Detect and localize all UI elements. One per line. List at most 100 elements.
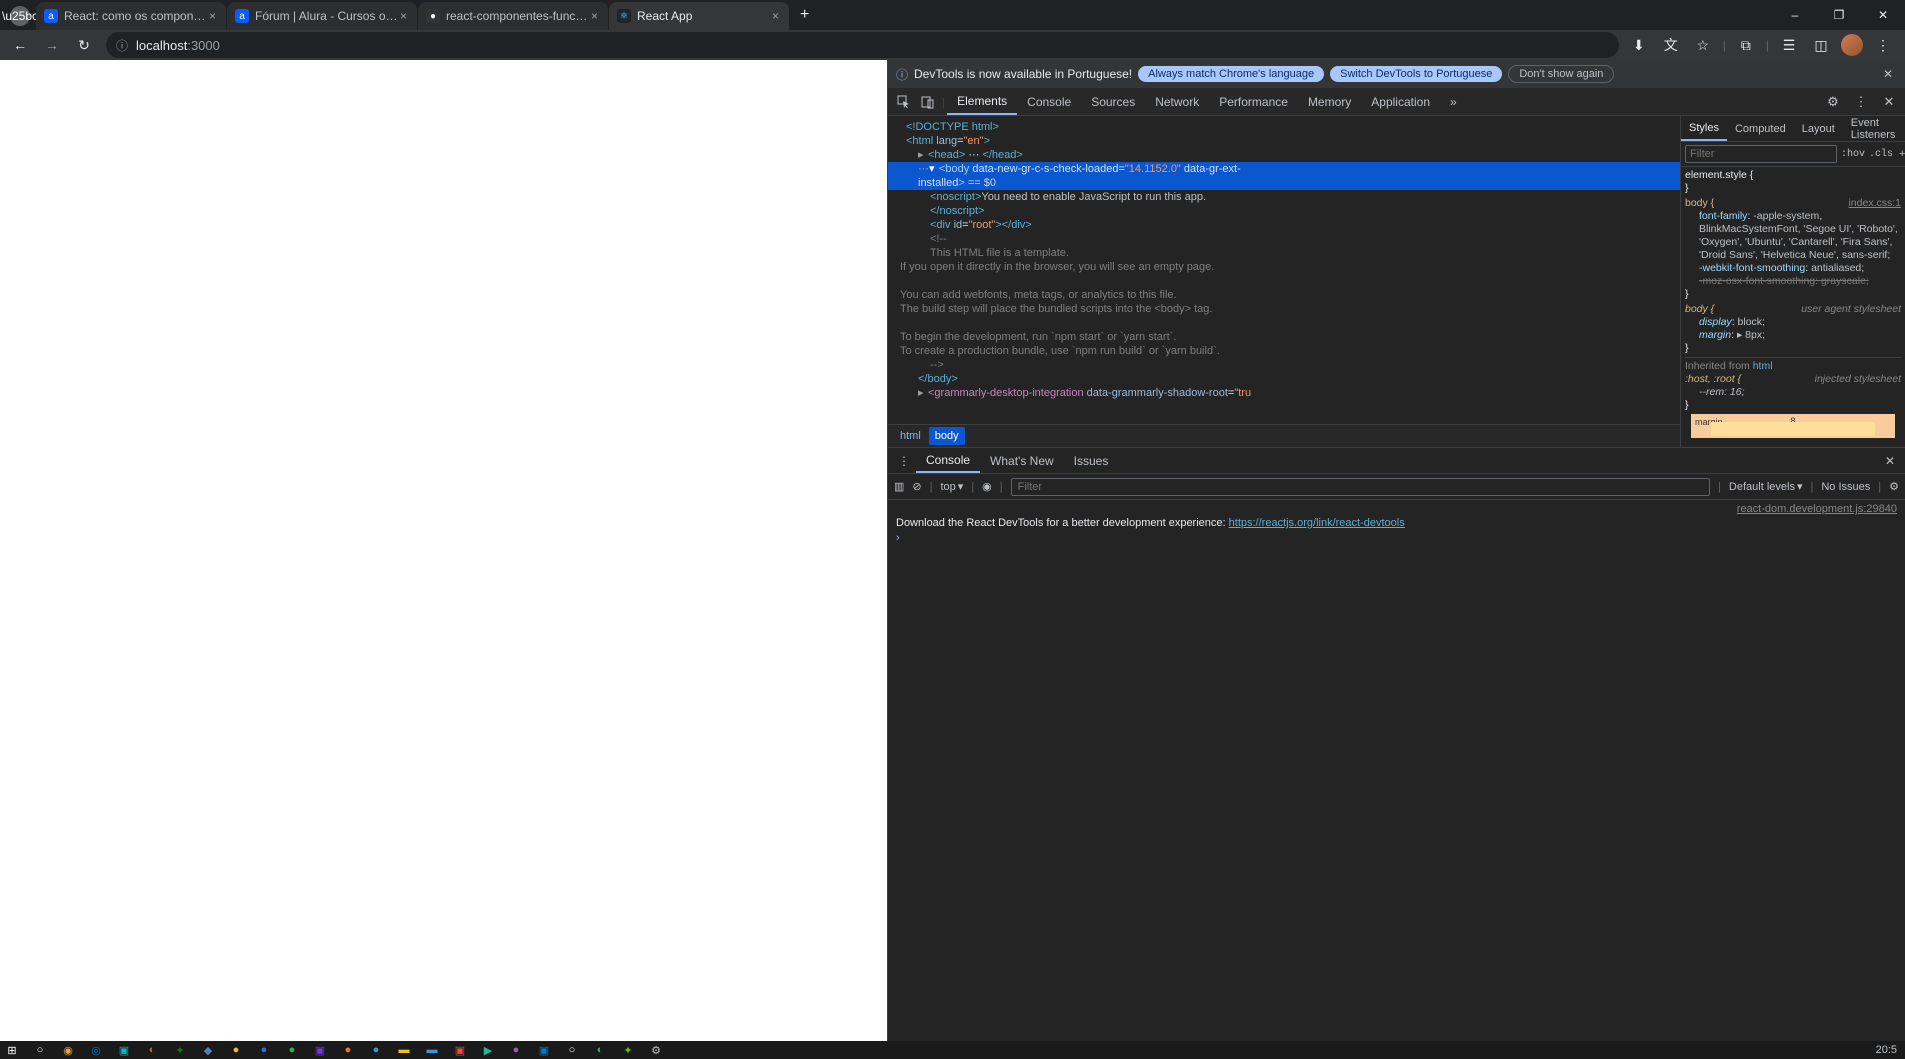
styles-rules[interactable]: element.style {} index.css:1body { font-… bbox=[1681, 167, 1905, 447]
infobar-dismiss-button[interactable]: Don't show again bbox=[1508, 65, 1614, 83]
crumb-body[interactable]: body bbox=[929, 427, 965, 445]
taskbar-app-icon[interactable]: ▶ bbox=[480, 1042, 496, 1058]
styles-filter-input[interactable] bbox=[1685, 145, 1837, 163]
reading-list-icon[interactable]: ☰ bbox=[1777, 33, 1801, 57]
bookmark-star-icon[interactable]: ☆ bbox=[1691, 33, 1715, 57]
tab-close-icon[interactable]: × bbox=[770, 7, 781, 25]
tab-console[interactable]: Console bbox=[1017, 88, 1081, 115]
taskbar-app-icon[interactable]: ▣ bbox=[536, 1042, 552, 1058]
taskbar-app-icon[interactable]: ○ bbox=[564, 1042, 580, 1058]
start-button[interactable]: ⊞ bbox=[4, 1042, 20, 1058]
taskbar-app-icon[interactable]: ▣ bbox=[116, 1042, 132, 1058]
taskbar-app-icon[interactable]: ● bbox=[228, 1042, 244, 1058]
install-app-icon[interactable]: ⬇ bbox=[1627, 33, 1651, 57]
devtools-settings-icon[interactable]: ⚙ bbox=[1821, 94, 1845, 110]
console-link[interactable]: https://reactjs.org/link/react-devtools bbox=[1229, 517, 1405, 529]
console-settings-icon[interactable]: ⚙ bbox=[1889, 480, 1899, 493]
taskbar-app-icon[interactable]: ▣ bbox=[312, 1042, 328, 1058]
taskbar-app-icon[interactable]: ▬ bbox=[396, 1042, 412, 1058]
taskbar-app-icon[interactable]: ● bbox=[284, 1042, 300, 1058]
tab-close-icon[interactable]: × bbox=[589, 7, 600, 25]
forward-button[interactable]: → bbox=[38, 31, 66, 59]
taskbar-clock[interactable]: 20:5 bbox=[1876, 1044, 1901, 1056]
cls-toggle[interactable]: .cls bbox=[1869, 149, 1893, 160]
console-levels-selector[interactable]: Default levels ▾ bbox=[1729, 480, 1803, 493]
taskbar-app-icon[interactable]: ● bbox=[368, 1042, 384, 1058]
taskbar-app-icon[interactable]: ✦ bbox=[620, 1042, 636, 1058]
chrome-menu-icon[interactable]: ⋮ bbox=[1871, 33, 1895, 57]
browser-tab-active[interactable]: ⚛ React App × bbox=[609, 2, 789, 30]
device-toolbar-icon[interactable] bbox=[916, 95, 940, 109]
console-source-link[interactable]: react-dom.development.js:29840 bbox=[1737, 503, 1897, 515]
minimize-button[interactable]: – bbox=[1773, 0, 1817, 30]
console-context-selector[interactable]: top ▾ bbox=[940, 480, 963, 493]
search-icon[interactable]: ○ bbox=[32, 1042, 48, 1058]
infobar-close-icon[interactable]: ✕ bbox=[1879, 67, 1897, 81]
styles-tab-styles[interactable]: Styles bbox=[1681, 116, 1727, 141]
browser-tab[interactable]: a Fórum | Alura - Cursos online d × bbox=[227, 2, 417, 30]
tab-sources[interactable]: Sources bbox=[1081, 88, 1145, 115]
drawer-tab-whatsnew[interactable]: What's New bbox=[980, 448, 1064, 473]
dom-tree[interactable]: <!DOCTYPE html> <html lang="en"> ▸<head>… bbox=[888, 116, 1680, 447]
console-output[interactable]: react-dom.development.js:29840 Download … bbox=[888, 500, 1905, 1041]
devtools-close-icon[interactable]: ✕ bbox=[1877, 94, 1901, 110]
tab-network[interactable]: Network bbox=[1145, 88, 1209, 115]
tab-performance[interactable]: Performance bbox=[1209, 88, 1298, 115]
tab-application[interactable]: Application bbox=[1361, 88, 1440, 115]
taskbar-app-icon[interactable]: ◉ bbox=[60, 1042, 76, 1058]
hov-toggle[interactable]: :hov bbox=[1841, 149, 1865, 160]
tab-close-icon[interactable]: × bbox=[398, 7, 409, 25]
taskbar-app-icon[interactable]: ◎ bbox=[88, 1042, 104, 1058]
drawer-tab-issues[interactable]: Issues bbox=[1064, 448, 1119, 473]
devtools-menu-icon[interactable]: ⋮ bbox=[1849, 94, 1873, 110]
tab-memory[interactable]: Memory bbox=[1298, 88, 1361, 115]
extensions-icon[interactable]: ⧉ bbox=[1734, 33, 1758, 57]
inherited-link[interactable]: html bbox=[1753, 360, 1773, 372]
reload-button[interactable]: ↻ bbox=[70, 31, 98, 59]
taskbar-app-icon[interactable]: ▣ bbox=[452, 1042, 468, 1058]
console-live-expression-icon[interactable]: ◉ bbox=[982, 480, 992, 493]
console-clear-icon[interactable]: ⊘ bbox=[912, 480, 921, 493]
rule-source-link[interactable]: index.css:1 bbox=[1848, 197, 1901, 210]
drawer-tab-console[interactable]: Console bbox=[916, 448, 980, 473]
styles-tab-eventlisteners[interactable]: Event Listeners bbox=[1843, 116, 1904, 141]
crumb-html[interactable]: html bbox=[894, 427, 927, 445]
translate-icon[interactable]: 文 bbox=[1659, 33, 1683, 57]
side-panel-icon[interactable]: ◫ bbox=[1809, 33, 1833, 57]
back-button[interactable]: ← bbox=[6, 31, 34, 59]
box-model-diagram[interactable]: margin8 bbox=[1691, 414, 1895, 438]
taskbar-app-icon[interactable]: ◐ bbox=[592, 1042, 608, 1058]
console-issues-count[interactable]: No Issues bbox=[1821, 481, 1870, 493]
infobar-match-button[interactable]: Always match Chrome's language bbox=[1138, 66, 1324, 82]
tab-close-icon[interactable]: × bbox=[207, 7, 218, 25]
new-style-rule-icon[interactable]: + bbox=[1897, 148, 1905, 160]
drawer-close-icon[interactable]: ✕ bbox=[1879, 454, 1901, 468]
tab-more[interactable]: » bbox=[1440, 88, 1467, 115]
taskbar-app-icon[interactable]: ● bbox=[340, 1042, 356, 1058]
infobar-switch-button[interactable]: Switch DevTools to Portuguese bbox=[1330, 66, 1502, 82]
taskbar-app-icon[interactable]: ● bbox=[508, 1042, 524, 1058]
site-info-icon[interactable]: ⓘ bbox=[116, 37, 128, 54]
tab-elements[interactable]: Elements bbox=[947, 88, 1017, 115]
console-prompt[interactable]: › bbox=[896, 530, 1897, 546]
taskbar-app-icon[interactable]: ✦ bbox=[172, 1042, 188, 1058]
styles-tab-layout[interactable]: Layout bbox=[1794, 116, 1843, 141]
window-tab-indicator[interactable]: \u25bc bbox=[10, 6, 30, 26]
browser-tab[interactable]: a React: como os componentes fu × bbox=[36, 2, 226, 30]
console-sidebar-icon[interactable]: ▥ bbox=[894, 480, 904, 493]
console-filter-input[interactable] bbox=[1011, 478, 1710, 496]
new-tab-button[interactable]: + bbox=[790, 0, 819, 30]
close-window-button[interactable]: ✕ bbox=[1861, 0, 1905, 30]
taskbar-app-icon[interactable]: ▬ bbox=[424, 1042, 440, 1058]
taskbar-app-icon[interactable]: ◆ bbox=[200, 1042, 216, 1058]
profile-avatar[interactable] bbox=[1841, 34, 1863, 56]
inspect-element-icon[interactable] bbox=[892, 95, 916, 109]
url-input[interactable]: ⓘ localhost:3000 bbox=[106, 32, 1619, 58]
taskbar-app-icon[interactable]: ◐ bbox=[144, 1042, 160, 1058]
drawer-menu-icon[interactable]: ⋮ bbox=[892, 454, 916, 468]
taskbar-app-icon[interactable]: ● bbox=[256, 1042, 272, 1058]
taskbar-app-icon[interactable]: ⚙ bbox=[648, 1042, 664, 1058]
browser-tab[interactable]: ● react-componentes-funcionam × bbox=[418, 2, 608, 30]
page-viewport[interactable] bbox=[0, 60, 887, 1041]
maximize-button[interactable]: ❐ bbox=[1817, 0, 1861, 30]
